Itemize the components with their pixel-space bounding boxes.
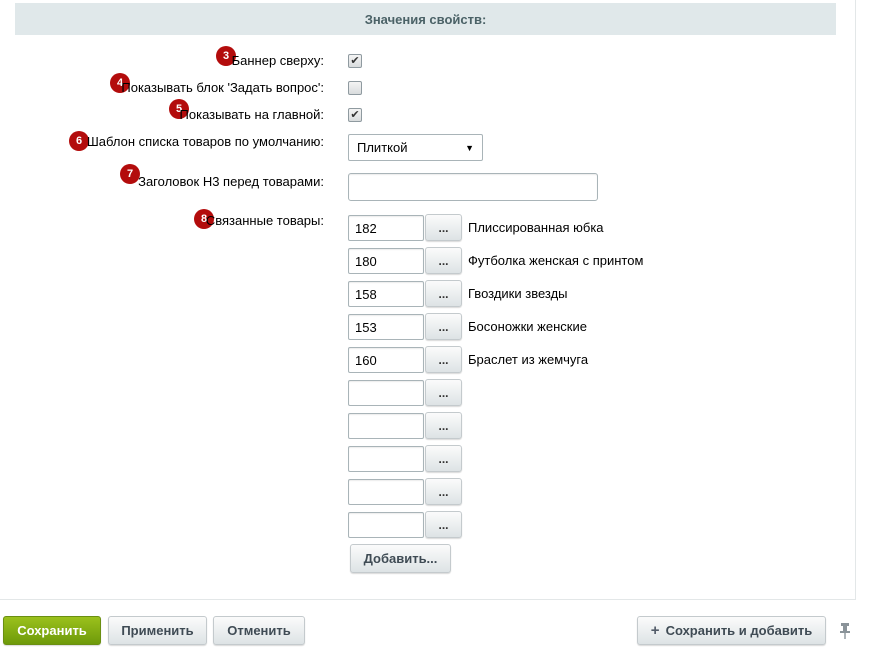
apply-button[interactable]: Применить [108, 616, 207, 645]
browse-button[interactable]: ... [425, 445, 462, 472]
related-id-input[interactable]: 160 [348, 347, 424, 373]
plus-icon: + [650, 622, 660, 639]
save-and-add-button[interactable]: + Сохранить и добавить [637, 616, 826, 645]
related-item-name: Босоножки женские [468, 319, 587, 334]
related-id-input[interactable] [348, 413, 424, 439]
save-and-add-label: Сохранить и добавить [665, 623, 813, 638]
banner-top-label: Баннер сверху: [231, 53, 324, 68]
properties-panel: Значения свойств: 3 Баннер сверху: ✔ 4 П… [0, 0, 856, 600]
checkmark-icon: ✔ [350, 108, 360, 121]
related-id-input[interactable] [348, 446, 424, 472]
related-item-name: Гвоздики звезды [468, 286, 568, 301]
browse-button[interactable]: ... [425, 412, 462, 439]
ask-question-checkbox[interactable] [348, 81, 362, 95]
list-template-value: Плиткой [357, 140, 408, 155]
h3-title-input[interactable] [348, 173, 598, 201]
browse-button[interactable]: ... [425, 280, 462, 307]
section-title: Значения свойств: [15, 3, 836, 35]
related-item-name: Футболка женская с принтом [468, 253, 644, 268]
h3-title-label: Заголовок H3 перед товарами: [138, 174, 324, 189]
cancel-button[interactable]: Отменить [213, 616, 305, 645]
list-template-select[interactable]: Плиткой ▼ [348, 134, 483, 161]
related-id-input[interactable]: 153 [348, 314, 424, 340]
banner-top-checkbox[interactable]: ✔ [348, 54, 362, 68]
related-id-input[interactable]: 180 [348, 248, 424, 274]
related-id-input[interactable] [348, 512, 424, 538]
checkmark-icon: ✔ [350, 54, 360, 67]
browse-button[interactable]: ... [425, 346, 462, 373]
browse-button[interactable]: ... [425, 313, 462, 340]
related-id-input[interactable]: 158 [348, 281, 424, 307]
show-main-checkbox[interactable]: ✔ [348, 108, 362, 122]
related-id-input[interactable] [348, 380, 424, 406]
pin-icon[interactable] [838, 622, 852, 640]
browse-button[interactable]: ... [425, 478, 462, 505]
related-id-input[interactable] [348, 479, 424, 505]
show-main-label: Показывать на главной: [179, 107, 324, 122]
related-item-name: Браслет из жемчуга [468, 352, 589, 367]
related-id-input[interactable]: 182 [348, 215, 424, 241]
save-button[interactable]: Сохранить [3, 616, 101, 645]
add-related-button[interactable]: Добавить... [350, 544, 451, 573]
browse-button[interactable]: ... [425, 214, 462, 241]
browse-button[interactable]: ... [425, 379, 462, 406]
browse-button[interactable]: ... [425, 511, 462, 538]
list-template-label: Шаблон списка товаров по умолчанию: [86, 134, 324, 149]
ask-question-label: Показывать блок 'Задать вопрос': [121, 80, 324, 95]
related-products-label: Связанные товары: [205, 213, 324, 228]
related-item-name: Плиссированная юбка [468, 220, 604, 235]
browse-button[interactable]: ... [425, 247, 462, 274]
dropdown-arrow-icon: ▼ [465, 142, 474, 153]
step-badge: 7 [120, 164, 140, 184]
